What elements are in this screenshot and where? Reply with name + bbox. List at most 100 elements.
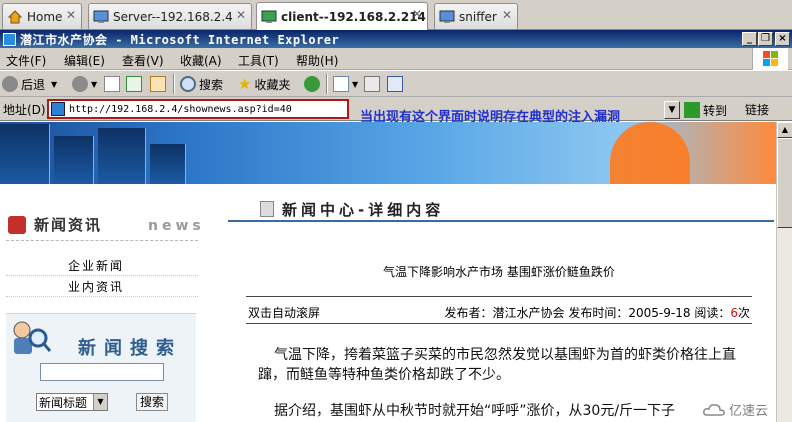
links-button[interactable]: 链接 xyxy=(745,101,769,118)
vm-tab-home[interactable]: Home ✕ xyxy=(2,3,82,29)
menu-edit[interactable]: 编辑(E) xyxy=(64,52,105,69)
search-field-select[interactable]: 新闻标题 ▼ xyxy=(36,393,108,411)
banner-building xyxy=(54,136,94,184)
vm-tab-label: Home xyxy=(27,9,63,24)
favorites-button[interactable]: ★ 收藏夹 xyxy=(238,75,290,93)
scrollbar-thumb[interactable] xyxy=(777,138,792,228)
back-button[interactable]: 后退 ▼ xyxy=(2,75,57,93)
vm-tab-sniffer[interactable]: sniffer ✕ xyxy=(434,3,518,29)
address-url: http://192.168.2.4/shownews.asp?id=40 xyxy=(69,103,292,115)
close-button[interactable]: × xyxy=(775,32,790,46)
article-paragraph-1-line-2: 蹿，而鲢鱼等特种鱼类价格却跌了不少。 xyxy=(258,367,510,383)
article-title: 气温下降影响水产市场 基围虾涨价鲢鱼跌价 xyxy=(383,265,615,279)
window-title: 潜江市水产协会 - Microsoft Internet Explorer xyxy=(20,32,340,47)
sidebar-link-industry-news[interactable]: 业内资讯 xyxy=(68,278,124,295)
vm-tab-server[interactable]: Server--192.168.2.4 ✕ xyxy=(88,3,252,29)
menu-tools[interactable]: 工具(T) xyxy=(238,52,279,69)
menu-view[interactable]: 查看(V) xyxy=(122,52,164,69)
edit-page-icon xyxy=(387,76,403,92)
vm-icon xyxy=(261,9,277,25)
vertical-scrollbar[interactable]: ▲ xyxy=(776,122,792,422)
address-label: 地址(D) xyxy=(3,103,46,117)
publish-time-label: 发布时间： xyxy=(568,306,629,320)
home-button[interactable] xyxy=(150,75,169,93)
article-paragraph-2: 据介绍，基围虾从中秋节时就开始“呼呼”涨价，从30元/斤一下子 xyxy=(274,403,676,419)
stop-icon xyxy=(104,76,120,92)
person-icon xyxy=(8,215,26,234)
favorites-label: 收藏夹 xyxy=(254,77,291,92)
banner-building xyxy=(150,144,186,184)
search-submit-button[interactable]: 搜索 xyxy=(136,393,168,411)
vm-icon xyxy=(439,9,455,25)
window-title-bar: 潜江市水产协会 - Microsoft Internet Explorer _ … xyxy=(0,30,792,48)
article-meta-bar: 双击自动滚屏 发布者：潜江水产协会 发布时间：2005-9-18 阅读：6次 xyxy=(246,296,752,324)
reads-count: 6 xyxy=(730,306,738,320)
news-search-title: 新闻搜索 xyxy=(78,338,182,359)
print-button[interactable] xyxy=(364,75,383,93)
history-icon xyxy=(304,76,320,92)
mail-icon xyxy=(333,76,349,92)
home-icon xyxy=(150,76,166,92)
refresh-button[interactable] xyxy=(126,75,145,93)
main-section-header: 新闻中心-详细内容 xyxy=(228,196,774,222)
chevron-down-icon: ▼ xyxy=(352,79,359,89)
address-dropdown-button[interactable]: ▼ xyxy=(664,101,680,119)
print-icon xyxy=(364,76,380,92)
address-input[interactable]: http://192.168.2.4/shownews.asp?id=40 xyxy=(47,99,349,119)
windows-logo xyxy=(752,48,788,70)
refresh-icon xyxy=(126,76,142,92)
divider xyxy=(6,275,198,276)
toolbar-separator xyxy=(173,74,175,94)
star-icon: ★ xyxy=(238,75,252,93)
news-section-header: 新闻资讯 xyxy=(8,214,102,235)
go-label: 转到 xyxy=(703,103,728,118)
ie-icon xyxy=(3,32,16,46)
publisher-value: 潜江水产协会 xyxy=(492,306,565,320)
article-meta: 发布者：潜江水产协会 发布时间：2005-9-18 阅读：6次 xyxy=(445,304,750,321)
menu-bar: 文件(F) 编辑(E) 查看(V) 收藏(A) 工具(T) 帮助(H) xyxy=(0,48,792,70)
minimize-button[interactable]: _ xyxy=(742,32,757,46)
mail-button[interactable]: ▼ xyxy=(333,75,358,93)
sidebar-link-company-news[interactable]: 企业新闻 xyxy=(68,257,124,274)
main-section-title: 新闻中心-详细内容 xyxy=(282,201,445,219)
watermark-text: 亿速云 xyxy=(729,404,769,419)
menu-help[interactable]: 帮助(H) xyxy=(296,52,338,69)
vm-icon xyxy=(93,9,109,25)
publish-time-value: 2005-9-18 xyxy=(628,306,691,320)
divider xyxy=(6,240,198,241)
news-en-label: news xyxy=(148,218,205,234)
close-icon[interactable]: ✕ xyxy=(235,9,247,21)
chevron-down-icon: ▼ xyxy=(93,394,107,410)
forward-button[interactable]: ▼ xyxy=(72,75,97,93)
vm-tab-label: client--192.168.2.214 xyxy=(281,9,426,24)
menu-favorites[interactable]: 收藏(A) xyxy=(180,52,222,69)
cloud-icon xyxy=(703,403,725,417)
close-icon[interactable]: ✕ xyxy=(411,8,423,20)
scroll-up-arrow-icon[interactable]: ▲ xyxy=(777,122,792,138)
close-icon[interactable]: ✕ xyxy=(501,9,513,21)
vm-tab-strip: Home ✕ Server--192.168.2.4 ✕ client--192… xyxy=(0,0,792,30)
chevron-down-icon: ▼ xyxy=(91,79,98,89)
edit-button[interactable] xyxy=(387,75,406,93)
back-label: 后退 xyxy=(21,77,46,92)
article-paragraph-1-line-1: 气温下降，挎着菜篮子买菜的市民忽然发觉以基围虾为首的虾类价格往上直 xyxy=(274,347,736,363)
history-button[interactable] xyxy=(304,75,323,93)
go-button[interactable]: 转到 xyxy=(684,100,727,120)
search-icon xyxy=(180,76,196,92)
news-section-title: 新闻资讯 xyxy=(34,216,103,234)
home-icon xyxy=(7,9,23,25)
vm-tab-client[interactable]: client--192.168.2.214 ✕ xyxy=(256,2,428,30)
search-field-value: 新闻标题 xyxy=(39,395,88,410)
chevron-down-icon: ▼ xyxy=(51,79,58,89)
document-icon xyxy=(260,201,274,217)
toolbar: 后退 ▼ ▼ 搜索 ★ 收藏夹 ▼ xyxy=(0,71,792,97)
restore-button[interactable]: ❐ xyxy=(758,32,773,46)
close-icon[interactable]: ✕ xyxy=(65,9,77,21)
back-arrow-icon xyxy=(2,76,18,92)
search-keyword-input[interactable] xyxy=(40,363,164,381)
auto-scroll-hint[interactable]: 双击自动滚屏 xyxy=(248,304,320,321)
menu-file[interactable]: 文件(F) xyxy=(6,52,46,69)
stop-button[interactable] xyxy=(104,75,123,93)
search-button[interactable]: 搜索 xyxy=(180,75,223,93)
reads-unit: 次 xyxy=(737,306,750,320)
